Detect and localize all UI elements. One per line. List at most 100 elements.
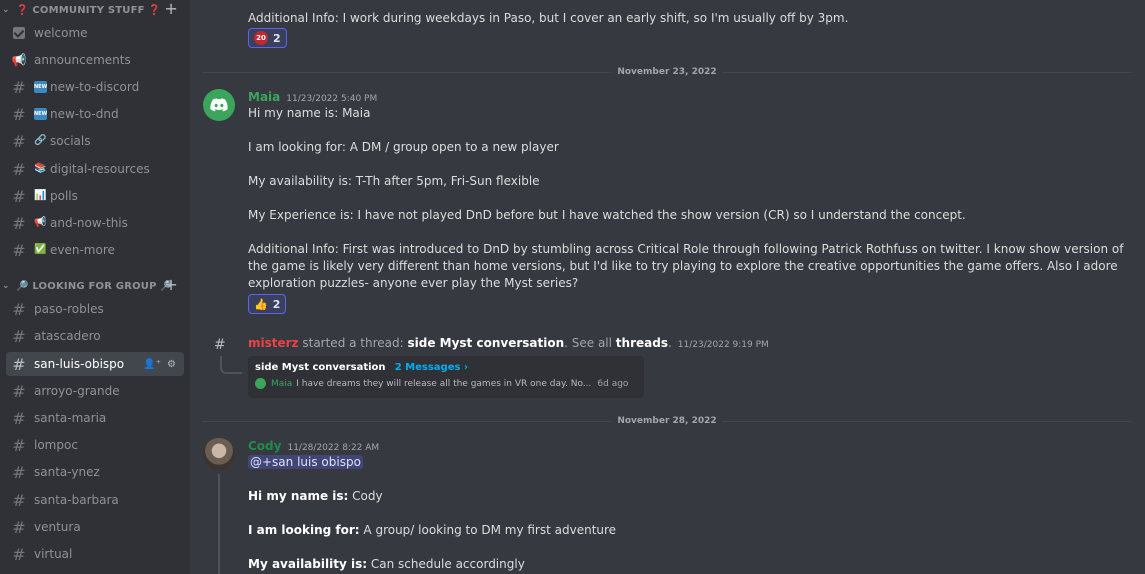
channel-label: polls	[50, 189, 78, 203]
threads-link[interactable]: threads	[616, 336, 668, 350]
avatar	[255, 378, 266, 389]
thread-message-count-link[interactable]: 2 Messages ›	[395, 362, 468, 373]
thread-name-link[interactable]: side Myst conversation	[407, 336, 564, 350]
hash-icon: #	[12, 131, 26, 151]
message-line: Hi my name is: Cody	[248, 489, 383, 503]
channel-new-to-dnd[interactable]: # NEW new-to-dnd	[6, 102, 184, 126]
category-looking-for-group[interactable]: ⌄ 🔎 LOOKING FOR GROUP 🔎 +	[0, 275, 190, 295]
add-channel-icon[interactable]: +	[164, 0, 178, 18]
channel-label: even-more	[50, 243, 115, 257]
username[interactable]: Cody	[248, 439, 281, 453]
channel-label: santa-ynez	[34, 465, 100, 479]
thread-spine	[220, 356, 242, 374]
thread-icon: #	[214, 337, 226, 353]
channel-label: paso-robles	[34, 302, 104, 316]
channel-label: virtual	[34, 547, 73, 561]
message-line: My availability is: Can schedule accordi…	[248, 557, 525, 571]
category-label: ❓ COMMUNITY STUFF ❓	[16, 4, 161, 16]
avatar[interactable]	[203, 89, 235, 121]
discord-logo-icon	[210, 98, 228, 112]
message-line: Hi my name is: Maia	[248, 106, 371, 120]
forum-santa-ynez[interactable]: # santa-ynez	[6, 460, 184, 484]
field-value: A group/ looking to DM my first adventur…	[359, 523, 617, 537]
forum-santa-maria[interactable]: # santa-maria	[6, 406, 184, 430]
message-header: Cody 11/28/2022 8:22 AM	[248, 439, 379, 453]
field-value: Cody	[348, 489, 383, 503]
forum-santa-barbara[interactable]: # santa-barbara	[6, 488, 184, 512]
check-emoji-icon: ✅	[34, 244, 47, 255]
username[interactable]: misterz	[248, 336, 299, 350]
forum-paso-robles[interactable]: # paso-robles	[6, 297, 184, 321]
d20-emoji-icon: 20	[254, 31, 268, 45]
category-label: 🔎 LOOKING FOR GROUP 🔎	[16, 280, 173, 292]
forum-icon: #	[12, 381, 26, 401]
forum-icon: #	[12, 462, 26, 482]
gear-icon[interactable]: ⚙	[167, 359, 176, 370]
add-channel-icon[interactable]: +	[164, 275, 178, 294]
channel-new-to-discord[interactable]: # NEW new-to-discord	[6, 75, 184, 99]
channel-polls[interactable]: # 📊 polls	[6, 184, 184, 208]
megaphone-icon: 📢	[11, 53, 27, 67]
chevron-down-icon: ⌄	[2, 5, 10, 15]
hash-icon: #	[12, 104, 26, 124]
thread-line	[218, 474, 220, 574]
reaction-button[interactable]: 👍 2	[248, 294, 287, 314]
forum-ventura[interactable]: # ventura	[6, 515, 184, 539]
message-header: Maia 11/23/2022 5:40 PM	[248, 90, 377, 104]
channel-label: welcome	[34, 26, 88, 40]
channel-label: new-to-discord	[50, 80, 140, 94]
reaction-button[interactable]: 20 2	[248, 28, 287, 48]
hash-icon: #	[12, 159, 26, 179]
forum-icon: #	[12, 517, 26, 537]
channel-label: san-luis-obispo	[34, 357, 125, 371]
thread-preview-card[interactable]: side Myst conversation 2 Messages › Maia…	[248, 356, 644, 398]
megaphone-emoji-icon: 📢	[34, 217, 47, 228]
hash-icon: #	[12, 186, 26, 206]
channel-welcome[interactable]: welcome	[6, 21, 184, 45]
forum-virtual[interactable]: # virtual	[6, 542, 184, 566]
system-text: started a thread:	[298, 336, 408, 350]
channel-socials[interactable]: # 🔗 socials	[6, 129, 184, 153]
avatar[interactable]	[203, 438, 235, 470]
forum-lompoc[interactable]: # lompoc	[6, 433, 184, 457]
forum-san-luis-obispo[interactable]: # san-luis-obispo 👤⁺ ⚙	[6, 352, 184, 376]
forum-icon: #	[12, 490, 26, 510]
date-divider-label: November 23, 2022	[611, 67, 723, 77]
channel-label: santa-maria	[34, 411, 107, 425]
thread-card-preview: Maia I have dreams they will release all…	[255, 378, 628, 389]
message-line: I am looking for: A DM / group open to a…	[248, 140, 559, 154]
role-mention[interactable]: @+san luis obispo	[248, 455, 363, 469]
link-emoji-icon: 🔗	[34, 135, 47, 146]
system-text: . See all	[564, 336, 616, 350]
forum-icon: #	[12, 408, 26, 428]
channel-label: arroyo-grande	[34, 384, 120, 398]
channel-and-now-this[interactable]: # 📢 and-now-this	[6, 211, 184, 235]
channel-label: lompoc	[34, 438, 78, 452]
message-list: Additional Info: I work during weekdays …	[190, 0, 1145, 574]
field-label: My availability is:	[248, 557, 368, 571]
invite-user-icon[interactable]: 👤⁺	[143, 359, 161, 370]
books-emoji-icon: 📚	[34, 163, 47, 174]
rules-icon	[8, 24, 30, 43]
forum-atascadero[interactable]: # atascadero	[6, 324, 184, 348]
hash-icon: #	[12, 77, 26, 97]
channel-label: atascadero	[34, 329, 101, 343]
forum-icon: #	[12, 326, 26, 346]
channel-announcements[interactable]: 📢 announcements	[6, 48, 184, 72]
channel-even-more[interactable]: # ✅ even-more	[6, 238, 184, 262]
system-text: .	[667, 336, 672, 350]
channel-label: socials	[50, 134, 91, 148]
channel-label: digital-resources	[50, 162, 150, 176]
message-line: My Experience is: I have not played DnD …	[248, 208, 966, 222]
category-community-stuff[interactable]: ⌄ ❓ COMMUNITY STUFF ❓ +	[0, 0, 190, 19]
forum-arroyo-grande[interactable]: # arroyo-grande	[6, 379, 184, 403]
new-emoji-icon: NEW	[34, 81, 47, 93]
forum-icon: #	[12, 544, 26, 564]
field-value: Can schedule accordingly	[367, 557, 525, 571]
channel-digital-resources[interactable]: # 📚 digital-resources	[6, 157, 184, 181]
channel-sidebar: ⌄ ❓ COMMUNITY STUFF ❓ + welcome 📢 announ…	[0, 0, 190, 574]
new-emoji-icon: NEW	[34, 108, 47, 120]
username[interactable]: Maia	[248, 90, 280, 104]
hash-icon: #	[12, 240, 26, 260]
forum-icon: #	[12, 299, 26, 319]
